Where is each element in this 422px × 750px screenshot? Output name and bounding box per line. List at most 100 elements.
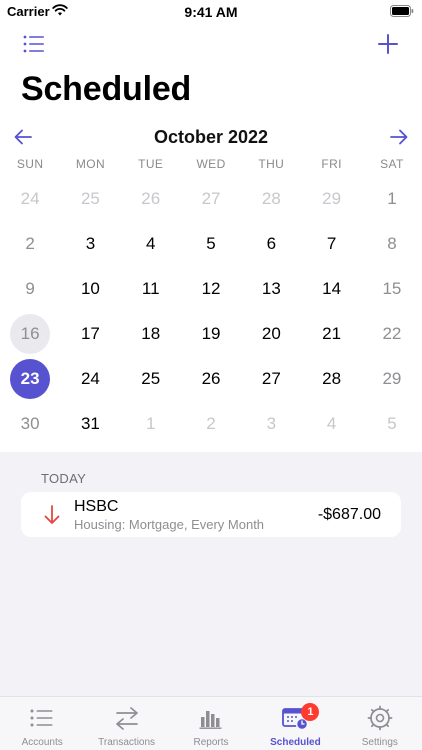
day-number: 5: [387, 413, 397, 433]
calendar-day-cell[interactable]: 26: [121, 176, 181, 221]
day-number: 25: [141, 368, 161, 388]
calendar-day-cell[interactable]: 2: [0, 221, 60, 266]
scheduled-transaction-row[interactable]: HSBC Housing: Mortgage, Every Month -$68…: [21, 492, 401, 537]
amount: -$687.00: [317, 506, 381, 523]
calendar-day-cell[interactable]: 16: [0, 311, 60, 356]
day-number: 27: [201, 188, 221, 208]
calendar-day-cell[interactable]: 7: [301, 221, 361, 266]
calendar-day-cell[interactable]: 5: [181, 221, 241, 266]
calendar-day-cell[interactable]: 31: [60, 401, 120, 446]
day-number: 20: [261, 323, 281, 343]
day-number: 9: [25, 278, 35, 298]
day-number: 12: [201, 278, 221, 298]
calendar-day-cell[interactable]: 10: [60, 266, 120, 311]
weekday-label: SUN: [16, 157, 44, 171]
weekday-label: MON: [75, 157, 106, 171]
tab-label: Scheduled: [270, 737, 321, 748]
tab-bar: Accounts Transactions Reports 1 Schedule…: [0, 696, 422, 750]
day-number: 26: [201, 368, 221, 388]
calendar-day-cell[interactable]: 1: [362, 176, 422, 221]
day-number: 29: [322, 188, 342, 208]
day-number: 17: [80, 323, 100, 343]
day-number: 2: [25, 233, 35, 253]
calendar-day-cell[interactable]: 1: [121, 401, 181, 446]
day-number: 5: [206, 233, 216, 253]
day-number: 22: [382, 323, 402, 343]
calendar-day-cell[interactable]: 17: [60, 311, 120, 356]
day-number: 19: [201, 323, 221, 343]
calendar-day-cell[interactable]: 25: [60, 176, 120, 221]
calendar-day-cell[interactable]: 13: [241, 266, 301, 311]
calendar-day-cell[interactable]: 15: [362, 266, 422, 311]
day-number: 7: [326, 233, 337, 253]
calendar-day-cell[interactable]: 3: [241, 401, 301, 446]
weekday-header-row: SUN MON TUE WED THU FRI SAT: [0, 157, 422, 173]
arrows-swap-icon: [115, 707, 138, 730]
tab-reports[interactable]: Reports: [169, 697, 253, 750]
calendar-day-cell[interactable]: 5: [362, 401, 422, 446]
day-number: 11: [141, 278, 160, 298]
calendar-day-cell[interactable]: 26: [181, 356, 241, 401]
tab-transactions[interactable]: Transactions: [84, 697, 168, 750]
calendar-day-cell[interactable]: 20: [241, 311, 301, 356]
calendar-grid: 24 25 26 27 28 29 1 2 3 4 5 6 7 8 9 10 11 12 13 14 15 16 17 18 1…: [0, 176, 422, 446]
calendar-day-cell[interactable]: 23: [0, 356, 60, 401]
tab-label: Settings: [361, 737, 398, 748]
calendar-day-cell[interactable]: 4: [301, 401, 361, 446]
calendar-day-cell[interactable]: 4: [121, 221, 181, 266]
calendar-day-cell[interactable]: 14: [301, 266, 361, 311]
tab-label: Transactions: [98, 737, 156, 748]
day-number: 27: [261, 368, 281, 388]
clock-time: 9:41 AM: [184, 4, 238, 20]
day-number: 4: [326, 413, 337, 433]
calendar-day-cell[interactable]: 2: [181, 401, 241, 446]
calendar-day-cell[interactable]: 9: [0, 266, 60, 311]
calendar-day-cell[interactable]: 28: [241, 176, 301, 221]
today-day: 16: [10, 313, 51, 354]
calendar-day-cell[interactable]: 24: [0, 176, 60, 221]
calendar-day-cell[interactable]: 25: [121, 356, 181, 401]
tab-label: Accounts: [21, 737, 63, 748]
list-icon: [30, 709, 53, 727]
day-number: 13: [261, 278, 281, 298]
calendar-day-cell[interactable]: 24: [60, 356, 120, 401]
calendar-day-cell[interactable]: 6: [241, 221, 301, 266]
section-header-today: TODAY: [41, 471, 87, 486]
weekday-label: WED: [196, 157, 226, 171]
outflow-arrow-down-icon: [44, 505, 60, 524]
calendar-day-cell[interactable]: 18: [121, 311, 181, 356]
day-number: 10: [80, 278, 100, 298]
day-number: 14: [322, 278, 342, 298]
calendar-day-cell[interactable]: 21: [301, 311, 361, 356]
day-number: 24: [80, 368, 100, 388]
calendar-day-cell[interactable]: 29: [301, 176, 361, 221]
list-menu-icon[interactable]: [22, 32, 46, 56]
calendar-day-cell[interactable]: 27: [241, 356, 301, 401]
day-number: 4: [146, 233, 156, 253]
tab-settings[interactable]: Settings: [338, 697, 422, 750]
calendar-day-cell[interactable]: 29: [362, 356, 422, 401]
day-number: 28: [322, 368, 342, 388]
next-month-arrow-icon[interactable]: [388, 126, 410, 148]
day-number: 29: [382, 368, 402, 388]
tab-scheduled[interactable]: 1 Scheduled: [253, 697, 337, 750]
weekday-label: THU: [258, 157, 285, 171]
day-number: 6: [266, 233, 277, 253]
calendar-day-cell[interactable]: 3: [60, 221, 120, 266]
calendar-day-cell[interactable]: 22: [362, 311, 422, 356]
weekday-label: SAT: [380, 157, 404, 171]
add-icon[interactable]: [376, 32, 400, 56]
payee-name: HSBC: [74, 498, 119, 515]
day-number: 26: [141, 188, 161, 208]
day-number: 28: [261, 188, 281, 208]
tab-accounts[interactable]: Accounts: [0, 697, 84, 750]
calendar-day-cell[interactable]: 12: [181, 266, 241, 311]
calendar-day-cell[interactable]: 30: [0, 401, 60, 446]
calendar-day-cell[interactable]: 28: [301, 356, 361, 401]
day-number: 25: [80, 188, 100, 208]
calendar-day-cell[interactable]: 8: [362, 221, 422, 266]
calendar-day-cell[interactable]: 11: [121, 266, 181, 311]
calendar-day-cell[interactable]: 19: [181, 311, 241, 356]
calendar-day-cell[interactable]: 27: [181, 176, 241, 221]
bar-chart-icon: [199, 711, 222, 729]
